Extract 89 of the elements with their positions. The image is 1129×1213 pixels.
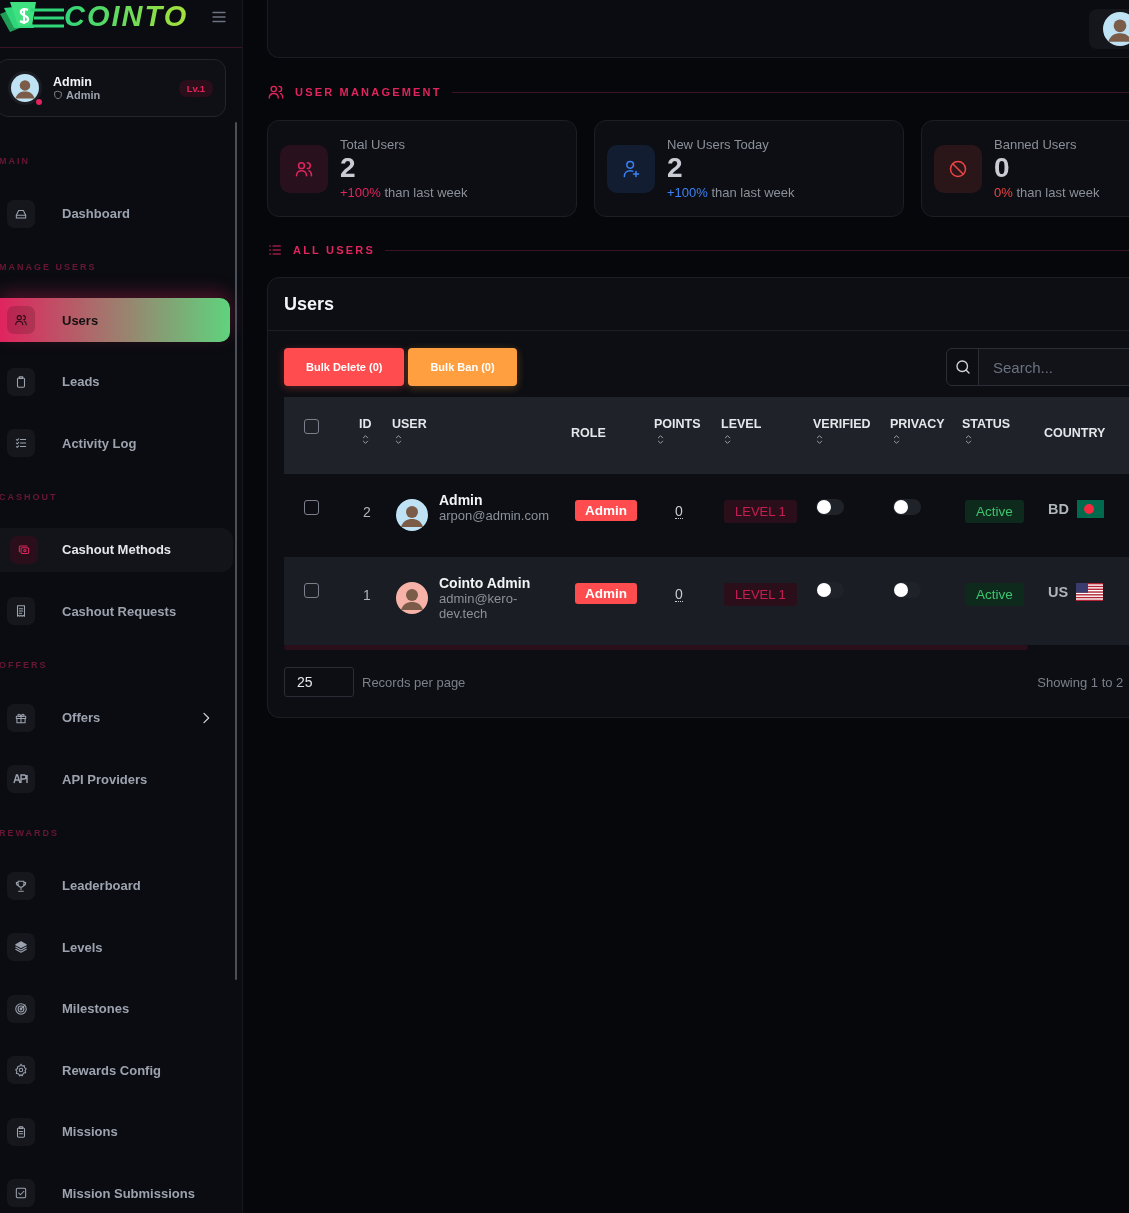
stat-change: +100% than last week (340, 184, 468, 200)
card-title: Users (284, 293, 335, 315)
sidebar-item[interactable]: Leaderboard (0, 863, 230, 908)
shield-icon (53, 90, 63, 100)
clipboard-list-icon (7, 1117, 35, 1146)
sidebar-item[interactable]: Offers (0, 695, 230, 740)
id-cell-text: 1 (362, 587, 371, 603)
sidebar-item[interactable]: Levels (0, 925, 230, 970)
status-badge: Active (965, 500, 1024, 523)
sidebar-item[interactable]: Users (0, 298, 230, 343)
section-label: REWARDS (0, 827, 59, 838)
toggle-switch[interactable] (816, 582, 844, 598)
level-badge: Lv.1 (178, 79, 213, 97)
section-title: ALL USERS (293, 244, 375, 256)
country-code: US (1048, 584, 1069, 600)
stat-value: 0 (994, 152, 1011, 185)
id-cell-text: 2 (362, 504, 371, 520)
per-page-label: Records per page (362, 674, 466, 690)
scrollbar[interactable] (235, 122, 237, 980)
scrollbar[interactable] (284, 645, 1028, 650)
gift-icon (7, 703, 35, 732)
level-badge: LEVEL 1 (724, 500, 797, 523)
stat-change: 0% than last week (994, 184, 1100, 200)
role-badge: Admin (575, 500, 637, 521)
sidebar-item[interactable]: Cashout Requests (0, 589, 230, 634)
search-field[interactable]: Search... (946, 348, 1129, 386)
user-email: arpon@admin.com (439, 508, 550, 523)
logo-icon (0, 0, 64, 34)
stat-value: 2 (340, 152, 357, 185)
section-label: CASHOUT (0, 491, 58, 502)
users-icon (7, 306, 35, 335)
stat-label: Banned Users (994, 137, 1078, 153)
layers-icon (7, 933, 35, 962)
country-code: BD (1048, 501, 1069, 517)
points-link[interactable]: 0 (675, 587, 683, 602)
avatar-icon (396, 582, 428, 614)
stat-change: +100% than last week (667, 184, 795, 200)
user-email: admin@kero-dev.tech (439, 591, 519, 621)
profile-name: Admin (53, 75, 93, 89)
status-badge: Active (965, 583, 1024, 606)
toggle-switch[interactable] (893, 499, 921, 515)
profile-role: Admin (66, 89, 101, 101)
trophy-icon (7, 871, 35, 900)
role-badge: Admin (575, 583, 637, 604)
sidebar-item[interactable]: Missions (0, 1109, 230, 1154)
section-label: OFFERS (0, 659, 48, 670)
sidebar-item[interactable]: Rewards Config (0, 1048, 230, 1093)
sidebar-item[interactable]: Activity Log (0, 421, 230, 466)
receipt-icon (7, 597, 35, 626)
column-header[interactable]: ROLE (571, 426, 646, 440)
level-badge: LEVEL 1 (724, 583, 797, 606)
sidebar-item[interactable]: Dashboard (0, 191, 230, 236)
api-icon (7, 765, 35, 794)
showing-text: Showing 1 to 2 (1037, 674, 1124, 690)
points-link[interactable]: 0 (675, 504, 683, 519)
column-header[interactable]: COUNTRY (1044, 426, 1129, 440)
checkbox[interactable] (304, 419, 319, 434)
checkbox[interactable] (304, 583, 319, 598)
per-page-field[interactable]: 25 (284, 667, 354, 697)
section-title: USER MANAGEMENT (295, 86, 442, 98)
avatar-icon (11, 74, 39, 102)
flag-icon (1076, 500, 1104, 518)
user-name: Cointo Admin (439, 575, 532, 591)
users-icon (267, 83, 285, 101)
user-avatar-button[interactable] (1089, 8, 1129, 49)
sidebar-item[interactable]: Milestones (0, 986, 230, 1031)
toggle-switch[interactable] (893, 582, 921, 598)
stat-label: New Users Today (667, 137, 770, 153)
clipboard-icon (7, 367, 35, 396)
stat-label: Total Users (340, 137, 407, 153)
toggle-switch[interactable] (816, 499, 844, 515)
section-label: MANAGE USERS (0, 262, 97, 272)
checkbox[interactable] (304, 500, 319, 515)
checkbox-icon (7, 1179, 35, 1208)
sidebar-item[interactable]: API Providers (0, 757, 230, 802)
user-name: Admin (439, 492, 484, 508)
section-label: MAIN (0, 155, 30, 166)
cash-icon (10, 535, 38, 564)
dashboard-icon (7, 199, 35, 228)
sidebar-item[interactable]: Mission Submissions (0, 1171, 230, 1213)
gear-icon (7, 1056, 35, 1085)
sidebar-item[interactable]: Cashout Methods (0, 527, 233, 572)
sidebar-item[interactable]: Leads (0, 359, 230, 404)
flag-icon (1076, 583, 1104, 601)
list-icon (267, 242, 283, 258)
checklist-icon (7, 429, 35, 458)
stat-value: 2 (667, 152, 684, 185)
target-icon (7, 994, 35, 1023)
avatar-icon (396, 499, 428, 531)
